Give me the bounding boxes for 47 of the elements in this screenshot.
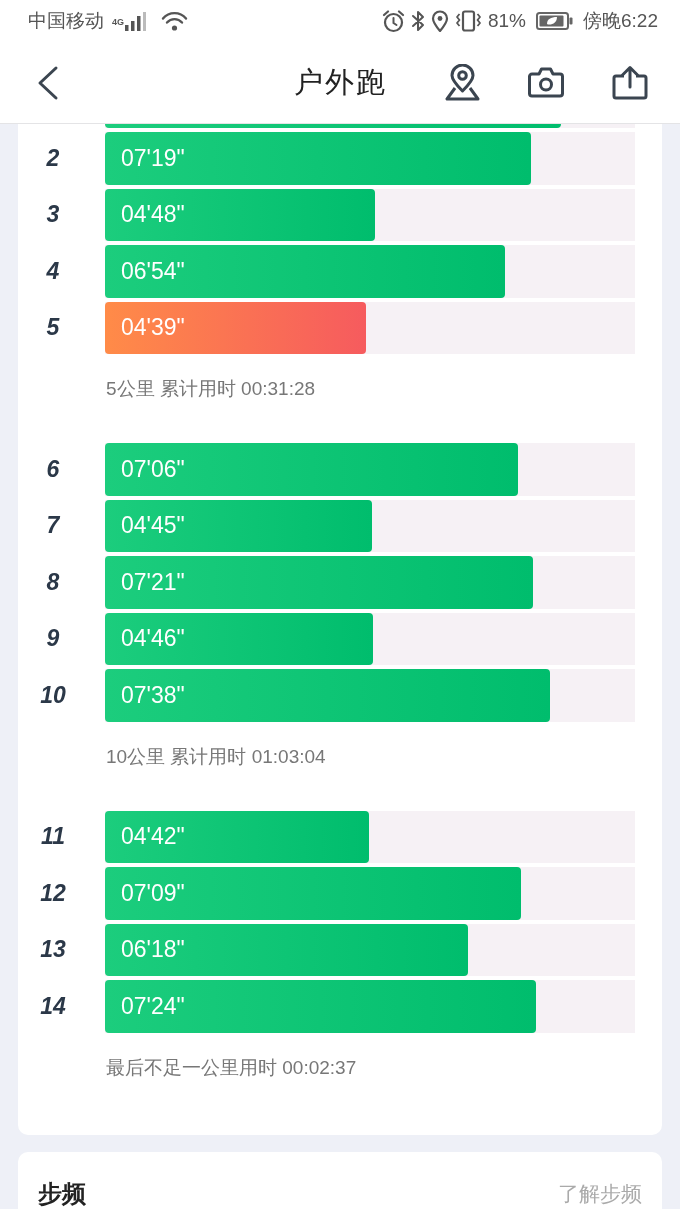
map-pin-icon[interactable] — [445, 64, 480, 101]
split-number: 2 — [46, 144, 60, 172]
pace-bar: 07'06" — [105, 443, 518, 496]
pace-bar: 04'48" — [105, 188, 375, 241]
alarm-icon — [382, 9, 405, 33]
status-time: 傍晚6:22 — [583, 9, 658, 33]
network-type: 4G — [112, 17, 124, 27]
split-number: 4 — [46, 257, 60, 285]
back-icon[interactable] — [36, 64, 60, 101]
battery-icon — [536, 11, 573, 31]
learn-cadence-link[interactable]: 了解步频 — [558, 1179, 642, 1208]
split-number: 3 — [46, 201, 60, 229]
pace-bar: 07'09" — [105, 867, 522, 920]
pace-bar: 06'18" — [105, 923, 469, 976]
split-number: 10 — [40, 681, 66, 709]
split-number: 5 — [46, 314, 60, 342]
carrier-name: 中国移动 — [28, 9, 104, 33]
split-number: 9 — [46, 625, 60, 653]
pace-bar: 04'39" — [105, 301, 366, 354]
pace-bar: 07'21" — [105, 556, 534, 609]
split-number: 14 — [40, 992, 66, 1020]
pace-bar: 04'45" — [105, 499, 373, 552]
pace-bar: 07'38" — [105, 669, 551, 722]
vibrate-icon — [455, 10, 482, 32]
bluetooth-icon — [411, 10, 425, 32]
pace-bar: 07'19" — [105, 132, 532, 185]
split-number: 8 — [46, 568, 60, 596]
pace-bar: 07'24" — [105, 980, 536, 1033]
split-summary: 10公里 累计用时 01:03:04 — [106, 744, 326, 769]
location-icon — [431, 10, 449, 32]
pace-bar: 06'54" — [105, 245, 506, 298]
split-number: 7 — [46, 512, 60, 540]
card-title: 步频 — [38, 1179, 86, 1208]
split-number: 13 — [40, 936, 66, 964]
split-summary: 5公里 累计用时 00:31:28 — [106, 377, 316, 401]
split-summary: 最后不足一公里用时 00:02:37 — [106, 1055, 357, 1080]
battery-percent: 81% — [488, 10, 526, 32]
split-number: 11 — [41, 823, 65, 851]
signal-icon — [125, 11, 147, 31]
wifi-icon — [161, 11, 188, 31]
pace-bar: 04'42" — [105, 810, 369, 863]
page-title: 户外跑 — [293, 64, 387, 100]
split-number: 12 — [40, 879, 66, 907]
share-icon[interactable] — [612, 65, 648, 100]
camera-icon[interactable] — [528, 67, 564, 98]
split-number: 6 — [46, 455, 60, 483]
pace-bar: 04'46" — [105, 612, 374, 665]
